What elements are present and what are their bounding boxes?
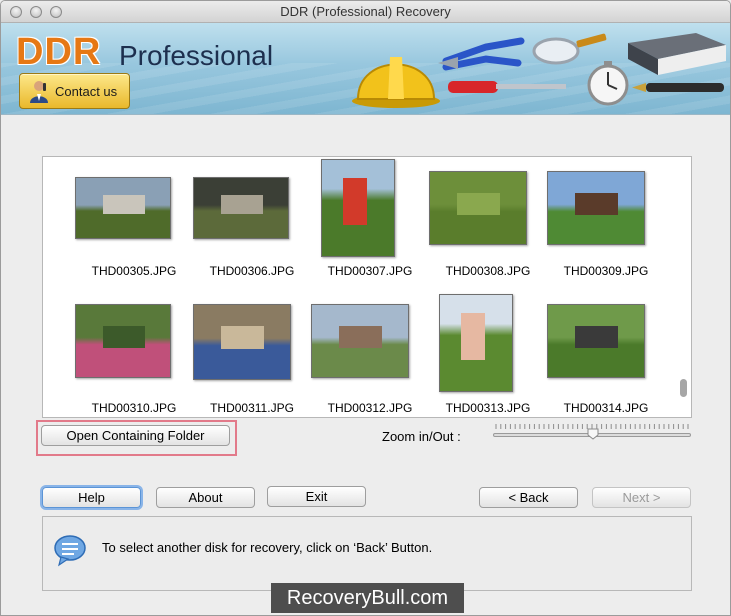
thumbnail-item[interactable]: THD00305.JPG	[75, 157, 193, 287]
contact-us-label: Contact us	[55, 84, 118, 99]
thumbnail-filename: THD00309.JPG	[563, 264, 649, 278]
contact-us-button[interactable]: Contact us	[19, 73, 130, 109]
scrollbar-thumb[interactable]	[680, 379, 687, 397]
thumbnail-subject	[221, 195, 263, 214]
screwdriver-icon	[448, 81, 566, 93]
thumbnail-filename: THD00307.JPG	[327, 264, 413, 278]
thumbnail-item[interactable]: THD00312.JPG	[311, 294, 429, 417]
thumbnail-filename: THD00312.JPG	[327, 401, 413, 415]
thumbnail-filename: THD00311.JPG	[210, 401, 294, 415]
thumbnail-subject	[575, 193, 618, 215]
pen-icon	[632, 83, 724, 92]
thumbnail-item[interactable]: THD00314.JPG	[547, 294, 665, 417]
close-window-button[interactable]	[10, 6, 22, 18]
speech-bubble-icon	[54, 535, 86, 567]
thumbnail-image	[193, 177, 289, 239]
back-button[interactable]: < Back	[479, 487, 578, 508]
thumbnail-image	[547, 304, 645, 378]
thumbnail-image	[439, 294, 513, 392]
thumbnail-filename: THD00305.JPG	[91, 264, 177, 278]
pliers-icon	[438, 37, 525, 71]
thumbnail-image	[75, 177, 171, 239]
thumbnail-image	[321, 159, 395, 257]
thumbnail-filename: THD00313.JPG	[445, 401, 531, 415]
thumbnail-filename: THD00306.JPG	[209, 264, 295, 278]
thumbnail-image	[429, 171, 527, 245]
thumbnail-item[interactable]: THD00309.JPG	[547, 157, 665, 287]
thumbnail-filename: THD00308.JPG	[445, 264, 531, 278]
next-button[interactable]: Next >	[592, 487, 691, 508]
thumbnail-item[interactable]: THD00310.JPG	[75, 294, 193, 417]
thumbnail-subject	[343, 178, 367, 225]
thumbnail-subject	[221, 326, 264, 349]
brand-professional-text: Professional	[119, 40, 274, 71]
stopwatch-icon	[587, 61, 629, 106]
thumbnail-image	[547, 171, 645, 245]
status-panel: To select another disk for recovery, cli…	[42, 516, 692, 591]
app-window: DDR (Professional) Recovery DDR Professi…	[0, 0, 731, 616]
thumbnail-item[interactable]: THD00306.JPG	[193, 157, 311, 287]
thumbnail-image	[193, 304, 291, 380]
help-button[interactable]: Help	[42, 487, 141, 508]
status-message: To select another disk for recovery, cli…	[102, 540, 433, 555]
thumbnail-grid[interactable]: THD00305.JPG THD00306.JPG THD00307.JPG THD0…	[42, 156, 692, 418]
thumbnail-filename: THD00310.JPG	[91, 401, 177, 415]
thumbnail-image	[75, 304, 171, 378]
thumbnail-item[interactable]: THD00308.JPG	[429, 157, 547, 287]
zoom-label: Zoom in/Out :	[382, 429, 461, 444]
zoom-slider-knob[interactable]	[587, 428, 599, 440]
thumbnail-subject	[103, 326, 145, 348]
thumbnail-subject	[461, 313, 485, 360]
brand-ddr-logo: DDR	[16, 31, 102, 73]
person-icon	[30, 81, 48, 103]
open-containing-folder-button[interactable]: Open Containing Folder	[41, 425, 230, 446]
title-bar: DDR (Professional) Recovery	[1, 1, 730, 23]
thumbnail-subject	[103, 195, 145, 214]
thumbnail-filename: THD00314.JPG	[563, 401, 649, 415]
about-button[interactable]: About	[156, 487, 255, 508]
thumbnail-subject	[575, 326, 618, 348]
tools-illustration	[352, 33, 726, 108]
hard-hat-icon	[352, 57, 440, 108]
minimize-window-button[interactable]	[30, 6, 42, 18]
header-banner: DDR Professional Contact us	[1, 23, 730, 115]
thumbnail-item[interactable]: THD00311.JPG	[193, 294, 311, 417]
watermark-label: RecoveryBull.com	[271, 583, 464, 613]
thumbnail-subject	[457, 193, 500, 215]
book-icon	[628, 33, 726, 75]
thumbnail-image	[311, 304, 409, 378]
thumbnail-subject	[339, 326, 382, 348]
magnifier-icon	[532, 33, 607, 65]
window-title: DDR (Professional) Recovery	[280, 4, 451, 19]
thumbnail-item[interactable]: THD00313.JPG	[429, 294, 547, 417]
thumbnail-item[interactable]: THD00307.JPG	[311, 157, 429, 287]
exit-button[interactable]: Exit	[267, 486, 366, 507]
zoom-window-button[interactable]	[50, 6, 62, 18]
